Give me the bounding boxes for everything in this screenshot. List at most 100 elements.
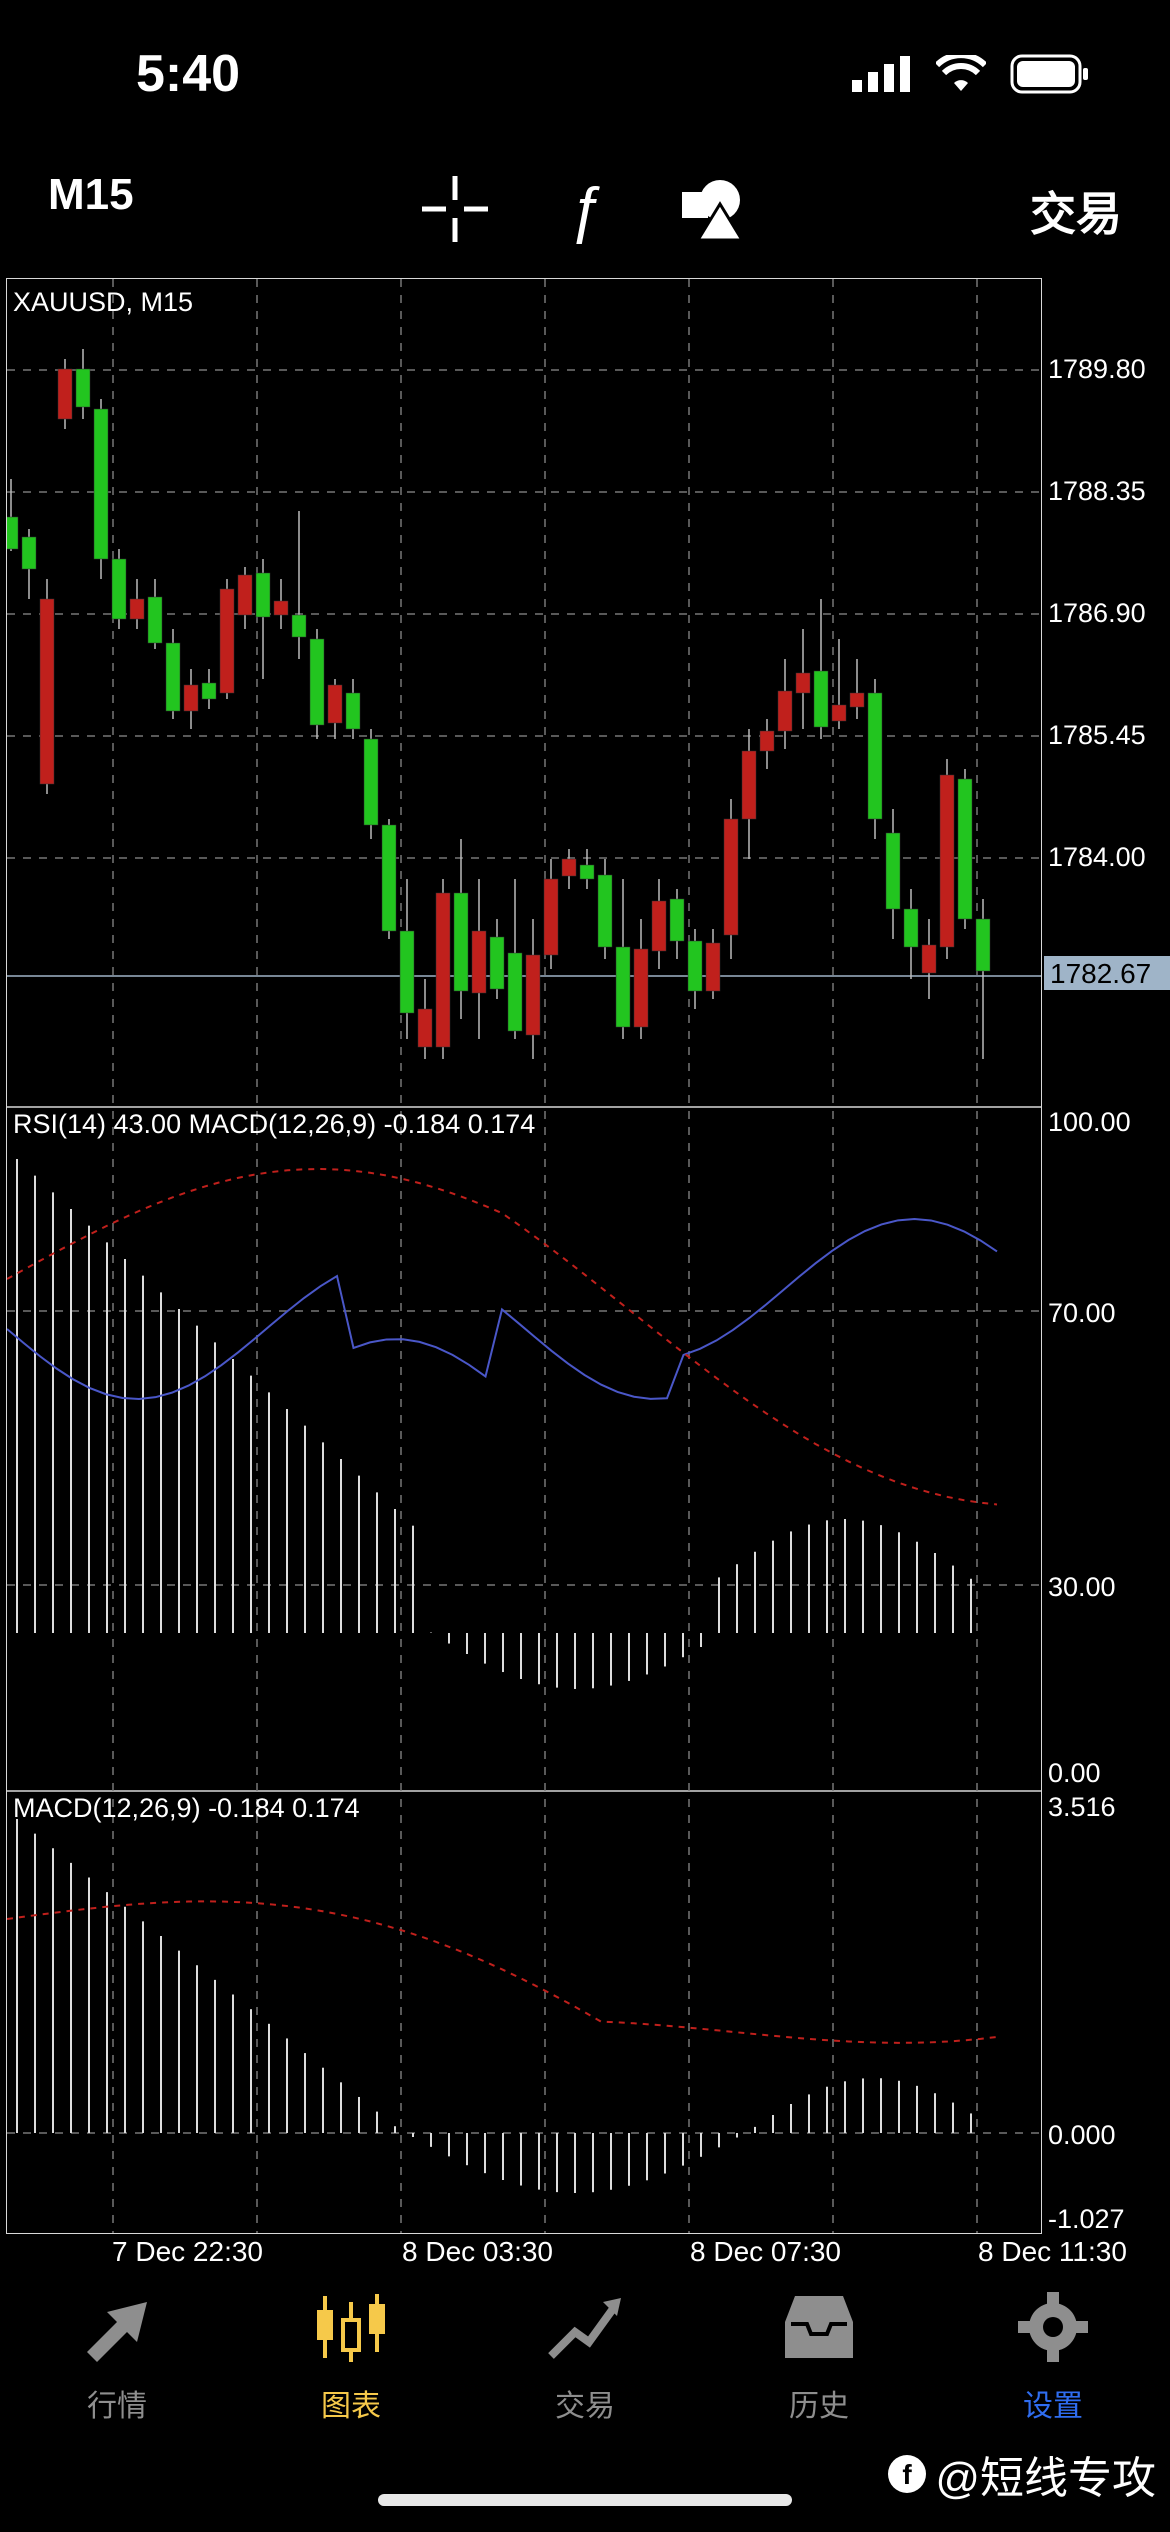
timeframe-button[interactable]: M15 — [48, 170, 134, 220]
candle-body — [597, 874, 613, 948]
rsi-tick-30: 30.00 — [1048, 1572, 1116, 1602]
candle-body — [651, 900, 667, 952]
chart-area[interactable]: XAUUSD, M15 RSI(14) 43.00 MACD(12,26,9) -… — [3, 278, 1042, 2234]
nav-label-chart: 图表 — [321, 2390, 381, 2423]
candle-body — [183, 684, 199, 712]
candle-body — [633, 948, 649, 1028]
status-time: 5:40 — [136, 45, 241, 103]
status-icons — [852, 54, 1090, 94]
candle-body — [777, 690, 793, 732]
macd-signal-line — [6, 1900, 998, 2044]
price-axis: 1789.80 1788.35 1786.90 1785.45 1784.00 … — [1044, 278, 1170, 2234]
nav-label-quotes: 行情 — [87, 2390, 147, 2423]
time-label-1: 7 Dec 22:30 — [112, 2236, 263, 2267]
macd-tick-min: -1.027 — [1048, 2204, 1125, 2234]
candle-body — [309, 638, 325, 726]
rsi-tick-100: 100.00 — [1048, 1107, 1131, 1137]
candle-body — [165, 642, 181, 712]
price-tick-3: 1786.90 — [1048, 598, 1146, 628]
candle-body — [435, 892, 451, 1048]
candle-body — [3, 516, 19, 550]
current-price-label: 1782.67 — [1050, 958, 1151, 989]
candle-body — [273, 600, 289, 616]
nav-label-trade: 交易 — [555, 2390, 615, 2423]
candle-body — [237, 574, 253, 616]
candle-body — [939, 774, 955, 948]
candle-body — [687, 940, 703, 992]
candles-icon — [317, 2294, 385, 2362]
price-tick-2: 1788.35 — [1048, 476, 1146, 506]
candle-body — [111, 558, 127, 620]
candle-body — [201, 682, 217, 700]
candle-body — [129, 598, 145, 620]
time-label-4: 8 Dec 11:30 — [978, 2236, 1127, 2267]
candle-body — [795, 672, 811, 694]
rsi-line — [6, 1217, 998, 1400]
rsi-signal-line — [6, 1168, 998, 1506]
candle-body — [417, 1008, 433, 1048]
candle-body — [903, 908, 919, 948]
nav-trade[interactable]: 交易 — [468, 2292, 702, 2425]
trade-icon — [548, 2298, 621, 2359]
nav-label-history: 历史 — [789, 2390, 849, 2423]
candle-body — [147, 596, 163, 644]
nav-history[interactable]: 历史 — [702, 2292, 936, 2425]
candle-body — [219, 588, 235, 694]
watermark-text: @短线专攻 — [935, 2454, 1156, 2503]
time-label-3: 8 Dec 07:30 — [690, 2236, 841, 2267]
candle-body — [525, 954, 541, 1036]
rsi-panel-title: RSI(14) 43.00 MACD(12,26,9) -0.184 0.174 — [13, 1109, 535, 1139]
battery-icon — [1010, 54, 1088, 94]
settings-icon — [1018, 2292, 1088, 2362]
macd-tick-max: 3.516 — [1048, 1792, 1116, 1822]
candle-body — [669, 898, 685, 942]
rsi-tick-0: 0.00 — [1048, 1758, 1101, 1788]
indicators-function-icon[interactable]: ƒ — [550, 174, 620, 244]
candle-body — [543, 878, 559, 956]
candle-body — [255, 572, 271, 618]
svg-text:f: f — [903, 2459, 913, 2490]
candle-body — [291, 614, 307, 638]
candle-body — [813, 670, 829, 728]
candle-body — [75, 368, 91, 408]
trade-button[interactable]: 交易 — [1030, 178, 1122, 244]
candle-body — [93, 408, 109, 560]
candle-body — [957, 778, 973, 920]
candle-body — [453, 892, 469, 992]
quotes-icon — [87, 2302, 147, 2362]
candle-body — [831, 704, 847, 722]
nav-chart[interactable]: 图表 — [234, 2292, 468, 2425]
candle-body — [723, 818, 739, 936]
objects-shapes-icon[interactable] — [678, 174, 748, 244]
signal-icon — [852, 56, 910, 92]
candle-body — [615, 946, 631, 1028]
wifi-icon — [936, 55, 986, 91]
candle-body — [57, 368, 73, 420]
nav-quotes[interactable]: 行情 — [0, 2292, 234, 2425]
nav-settings[interactable]: 设置 — [936, 2292, 1170, 2425]
candle-body — [885, 832, 901, 910]
chart-svg[interactable]: XAUUSD, M15 RSI(14) 43.00 MACD(12,26,9) -… — [3, 279, 1041, 2233]
candle-body — [363, 738, 379, 826]
time-axis: 7 Dec 22:30 8 Dec 03:30 8 Dec 07:30 8 De… — [0, 2236, 1170, 2276]
watermark: f @短线专攻 — [887, 2442, 1156, 2506]
candle-body — [327, 684, 343, 724]
candle-body — [345, 692, 361, 730]
candle-body — [579, 864, 595, 880]
candle-body — [849, 692, 865, 708]
watermark-logo-icon: f — [888, 2455, 927, 2493]
candle-body — [741, 750, 757, 820]
price-tick-1: 1789.80 — [1048, 354, 1146, 384]
price-tick-5: 1784.00 — [1048, 842, 1146, 872]
candle-body — [705, 942, 721, 992]
svg-text:ƒ: ƒ — [568, 175, 602, 244]
price-tick-4: 1785.45 — [1048, 720, 1146, 750]
candle-body — [867, 692, 883, 820]
candle-body — [489, 936, 505, 990]
history-icon — [785, 2296, 853, 2358]
crosshair-icon[interactable] — [420, 174, 490, 244]
candle-body — [21, 536, 37, 570]
candle-body — [759, 730, 775, 752]
nav-label-settings: 设置 — [1023, 2390, 1083, 2423]
candle-body — [561, 858, 577, 877]
